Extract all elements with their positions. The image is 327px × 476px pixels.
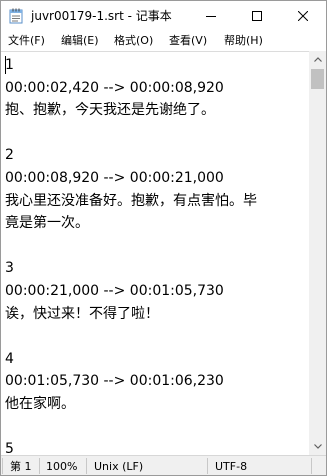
menu-help[interactable]: 帮助(H) <box>224 34 263 48</box>
close-icon <box>298 11 308 21</box>
status-separator <box>86 458 87 474</box>
scroll-up-button[interactable] <box>309 51 326 68</box>
vertical-scrollbar[interactable] <box>309 51 326 455</box>
menu-file[interactable]: 文件(F) <box>8 34 45 48</box>
status-zoom: 100% <box>46 460 78 473</box>
editor-line: 4 <box>5 350 14 367</box>
text-editor-area[interactable]: 1 00:00:02,420 --> 00:00:08,920 抱、抱歉，今天我还是… <box>1 51 309 455</box>
editor-line: 我心里还没准备好。抱歉，有点害怕。毕 <box>5 192 257 209</box>
editor-line: 00:00:02,420 --> 00:00:08,920 <box>5 79 224 96</box>
editor-line: 他在家啊。 <box>5 395 75 412</box>
editor-line: 1 <box>5 57 14 73</box>
notepad-window: juvr00179-1.srt - 记事本 文件(F) 编辑(E) 格式(O) … <box>0 0 327 476</box>
status-bar: 第 1 100% Unix (LF) UTF-8 <box>1 455 326 475</box>
editor-line: 00:00:08,920 --> 00:00:21,000 <box>5 169 224 186</box>
menu-bar: 文件(F) 编辑(E) 格式(O) 查看(V) 帮助(H) <box>1 31 326 51</box>
chevron-up-icon <box>313 57 322 62</box>
menu-format[interactable]: 格式(O) <box>114 34 153 48</box>
editor-line: 2 <box>5 147 14 164</box>
editor-line: 5 <box>5 441 14 455</box>
status-position: 第 1 <box>10 460 32 473</box>
status-encoding: UTF-8 <box>215 460 248 473</box>
maximize-button[interactable] <box>234 1 280 31</box>
window-title: juvr00179-1.srt - 记事本 <box>31 9 172 23</box>
editor-text: 1 00:00:02,420 --> 00:00:08,920 抱、抱歉，今天我还是… <box>5 54 307 455</box>
scrollbar-thumb[interactable] <box>311 69 324 89</box>
editor-line: 竟是第一次。 <box>5 215 89 232</box>
text-caret <box>5 56 6 74</box>
minimize-icon <box>206 16 216 17</box>
status-separator <box>311 458 312 474</box>
menu-view[interactable]: 查看(V) <box>169 34 207 48</box>
status-separator <box>207 458 208 474</box>
status-separator <box>2 458 3 474</box>
status-line-ending: Unix (LF) <box>94 460 144 473</box>
close-button[interactable] <box>280 1 326 31</box>
chevron-down-icon <box>313 444 322 449</box>
minimize-button[interactable] <box>188 1 234 31</box>
editor-line: 诶，快过来！不得了啦！ <box>5 305 159 322</box>
maximize-icon <box>252 11 262 21</box>
scroll-down-button[interactable] <box>309 438 326 455</box>
notepad-icon <box>9 8 23 24</box>
editor-line: 3 <box>5 260 14 277</box>
editor-line: 00:01:05,730 --> 00:01:06,230 <box>5 373 224 390</box>
editor-line: 抱、抱歉，今天我还是先谢绝了。 <box>5 102 215 119</box>
editor-line: 00:00:21,000 --> 00:01:05,730 <box>5 282 224 299</box>
menu-edit[interactable]: 编辑(E) <box>61 34 99 48</box>
title-bar[interactable]: juvr00179-1.srt - 记事本 <box>1 1 326 31</box>
status-separator <box>39 458 40 474</box>
